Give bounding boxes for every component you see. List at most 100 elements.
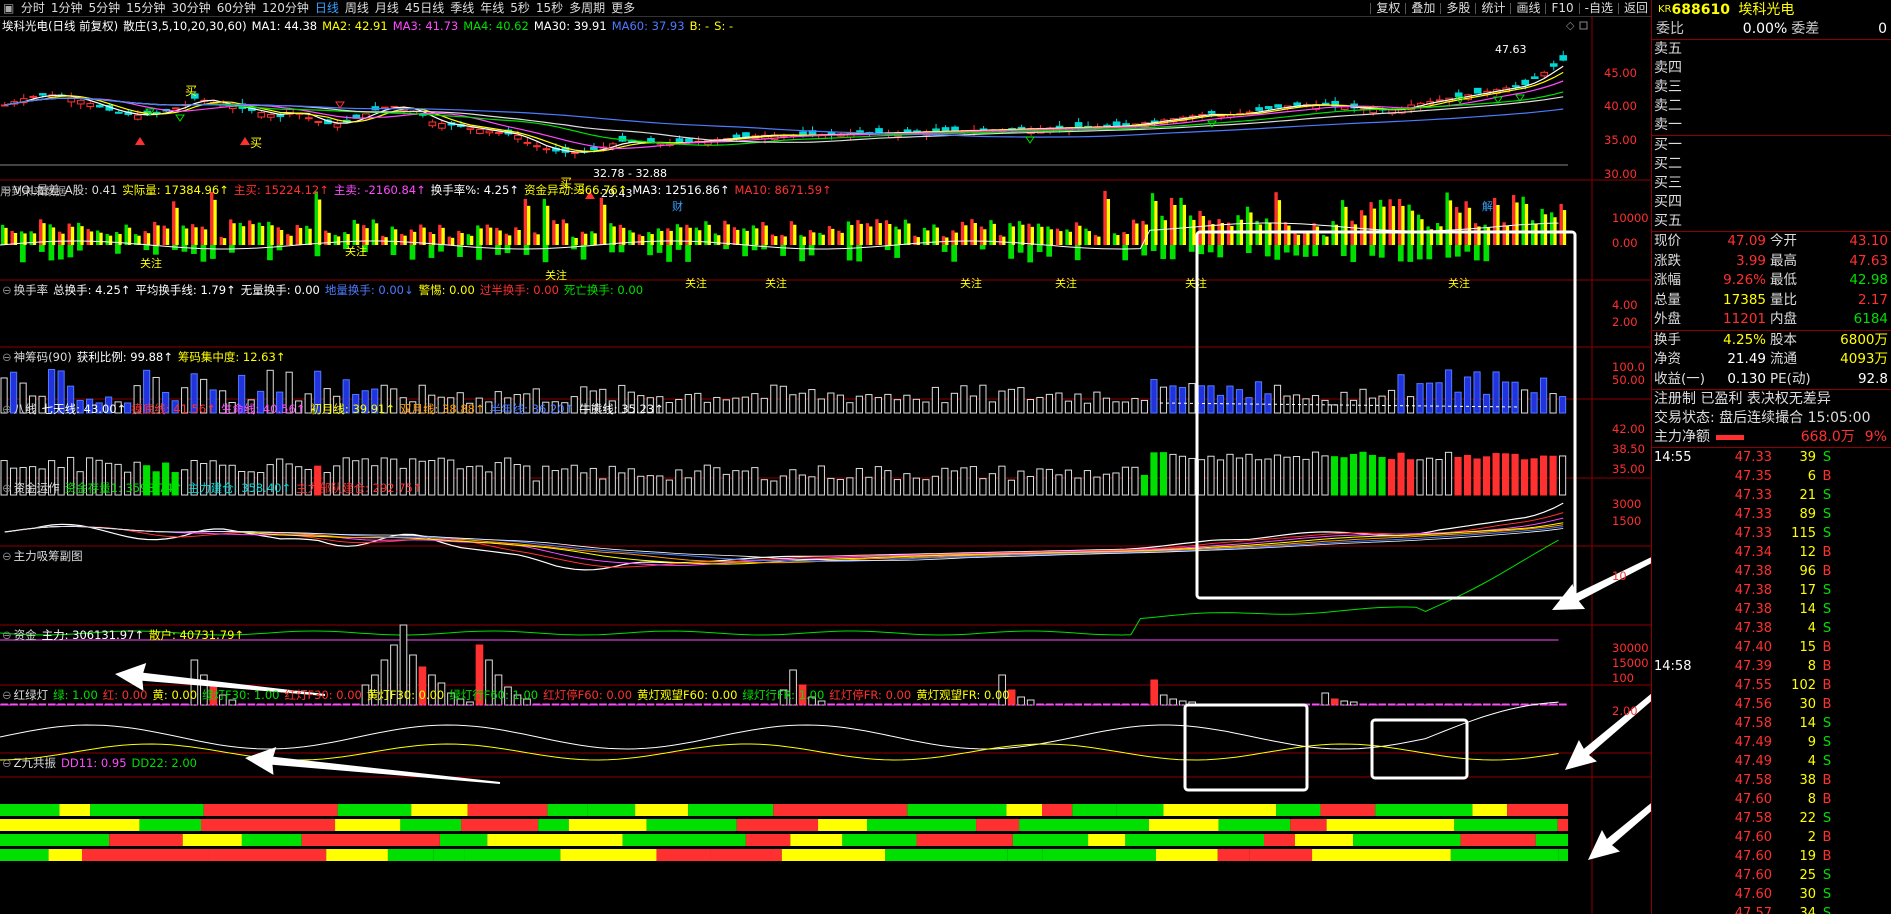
panel-collapse-icon[interactable]: ⊖ xyxy=(2,350,12,364)
tool-button-1[interactable]: 叠加 xyxy=(1408,0,1438,16)
diamond-icon[interactable]: ◇ xyxy=(1566,19,1575,32)
tool-button-5[interactable]: F10 xyxy=(1548,0,1576,16)
volume-bar xyxy=(485,224,489,245)
period-tab-13[interactable]: 5秒 xyxy=(507,0,533,16)
period-tab-10[interactable]: 45日线 xyxy=(402,0,447,16)
volume-bar-alt xyxy=(317,199,322,245)
tick-time xyxy=(1654,600,1710,619)
volume-bar xyxy=(286,234,290,245)
tick-side: B xyxy=(1822,830,1832,845)
period-tab-12[interactable]: 年线 xyxy=(477,0,507,16)
chip-bar xyxy=(437,457,445,496)
chip-bar xyxy=(618,472,626,496)
period-tab-1[interactable]: 1分钟 xyxy=(48,0,86,16)
chip-bar xyxy=(1093,476,1101,496)
turnover-bar xyxy=(1302,398,1310,414)
chip-bar xyxy=(1102,473,1111,496)
period-tab-5[interactable]: 60分钟 xyxy=(214,0,259,16)
tick-price: 47.38 xyxy=(1734,583,1772,598)
volume-bar xyxy=(514,227,518,245)
volume-bar-alt xyxy=(260,225,265,245)
tool-button-7[interactable]: 返回 xyxy=(1621,0,1651,16)
panel-light-field-4: 绿灯F30: 1.00 xyxy=(202,688,280,702)
panel-collapse-icon[interactable]: ⊖ xyxy=(2,549,12,563)
panel-collapse-icon[interactable]: ⊖ xyxy=(2,688,12,702)
period-tab-16[interactable]: 更多 xyxy=(608,0,638,16)
period-tab-2[interactable]: 5分钟 xyxy=(85,0,123,16)
volume-bar xyxy=(1160,215,1164,245)
volume-bar xyxy=(219,236,223,245)
panel-legend-absorb: ⊖ 主力吸筹副图 xyxy=(2,549,88,563)
traffic-light-segment xyxy=(587,804,636,816)
kline-chart[interactable]: 47.6332.78 - 32.8829.43用到未来数据财 解买 买买买◇关注关注… xyxy=(0,17,1651,914)
market-tag: KR xyxy=(1658,4,1672,15)
menu-icon[interactable]: ▣ xyxy=(0,1,14,15)
tool-button-0[interactable]: 复权 xyxy=(1373,0,1403,16)
candle-body xyxy=(267,114,275,118)
tick-list[interactable]: 14:55 47.33 39 S 47.35 6 B 47.33 21 S 47.33 89 S 47.3… xyxy=(1652,448,1891,914)
period-tab-3[interactable]: 15分钟 xyxy=(123,0,168,16)
volume-bar xyxy=(105,234,109,245)
panel-collapse-icon[interactable]: ⊖ xyxy=(2,628,12,642)
period-tab-6[interactable]: 120分钟 xyxy=(259,0,312,16)
chip-bar xyxy=(1169,453,1177,496)
chip-bar xyxy=(456,468,464,496)
volume-bar xyxy=(181,225,185,245)
volume-bar-alt xyxy=(612,226,616,245)
tick-side: S xyxy=(1822,868,1832,883)
tick-price: 47.60 xyxy=(1734,868,1772,883)
chip-bar xyxy=(1074,477,1082,496)
turnover-bar xyxy=(1150,379,1158,414)
panel-eight-field-5: 双月线: 38.88↑ xyxy=(400,402,485,416)
volume-bar-alt xyxy=(1534,223,1538,245)
period-tab-7[interactable]: 日线 xyxy=(312,0,342,16)
chart-area[interactable]: 47.63 32.78 - 32.88 29.43 用到未来数据财解买买买买 ◇ 关注 关注… xyxy=(0,17,1651,914)
panel-collapse-icon[interactable]: ⊖ xyxy=(2,402,12,416)
traffic-light-segment xyxy=(48,849,82,861)
turnover-bar xyxy=(1245,397,1253,414)
tool-button-2[interactable]: 多股 xyxy=(1443,0,1473,16)
turnover-bar xyxy=(1406,396,1415,414)
stats-value: 6184 xyxy=(1853,311,1888,327)
stats-label: 涨幅 xyxy=(1654,272,1681,288)
traffic-light-segment xyxy=(1163,804,1277,816)
stock-title[interactable]: 埃科光电(日线 前复权) xyxy=(2,19,118,33)
volume-bar-alt xyxy=(70,226,75,245)
tool-button-3[interactable]: 统计 xyxy=(1478,0,1508,16)
panel-collapse-icon[interactable]: ⊖ xyxy=(2,756,12,770)
volume-bar-alt xyxy=(802,236,806,245)
turnover-bar xyxy=(1235,389,1244,414)
chip-bar xyxy=(1159,452,1168,496)
volume-bar-alt xyxy=(175,207,179,245)
chip-bar xyxy=(751,467,759,496)
panel-collapse-icon[interactable]: ⊖ xyxy=(2,481,12,495)
period-tab-14[interactable]: 15秒 xyxy=(533,0,566,16)
volume-bar xyxy=(846,221,851,245)
chip-indicator[interactable]: 散庄(3,5,10,20,30,60) xyxy=(123,19,246,33)
panel-collapse-icon[interactable]: ⊖ xyxy=(2,283,12,297)
period-tab-0[interactable]: 分时 xyxy=(18,0,48,16)
tool-button-4[interactable]: 画线 xyxy=(1513,0,1543,16)
traffic-light-segment xyxy=(1507,804,1568,816)
period-tab-9[interactable]: 月线 xyxy=(372,0,402,16)
period-tab-8[interactable]: 周线 xyxy=(342,0,372,16)
absorb-bar xyxy=(1340,700,1349,706)
period-tab-11[interactable]: 季线 xyxy=(447,0,477,16)
panel-eight-field-1: 七天线: 43.00↑ xyxy=(41,402,127,416)
chip-bar xyxy=(1254,459,1263,496)
tick-side: B xyxy=(1822,849,1832,864)
volume-bar-alt xyxy=(232,223,236,245)
volume-bar xyxy=(200,226,204,245)
traffic-light-segment xyxy=(1088,834,1126,846)
period-tab-4[interactable]: 30分钟 xyxy=(168,0,213,16)
buy-level-1: 买一 xyxy=(1654,137,1682,153)
volume-bar xyxy=(58,231,62,245)
panel-collapse-icon[interactable]: ⊖ xyxy=(2,183,12,197)
tick-time: 14:55 xyxy=(1654,450,1692,465)
sell-volume-bar xyxy=(276,245,283,251)
chip-bar xyxy=(1036,468,1044,496)
tool-button-6[interactable]: -自选 xyxy=(1582,0,1616,16)
sell-volume-bar xyxy=(941,245,948,252)
volume-bar-alt xyxy=(897,229,901,245)
period-tab-15[interactable]: 多周期 xyxy=(566,0,608,16)
